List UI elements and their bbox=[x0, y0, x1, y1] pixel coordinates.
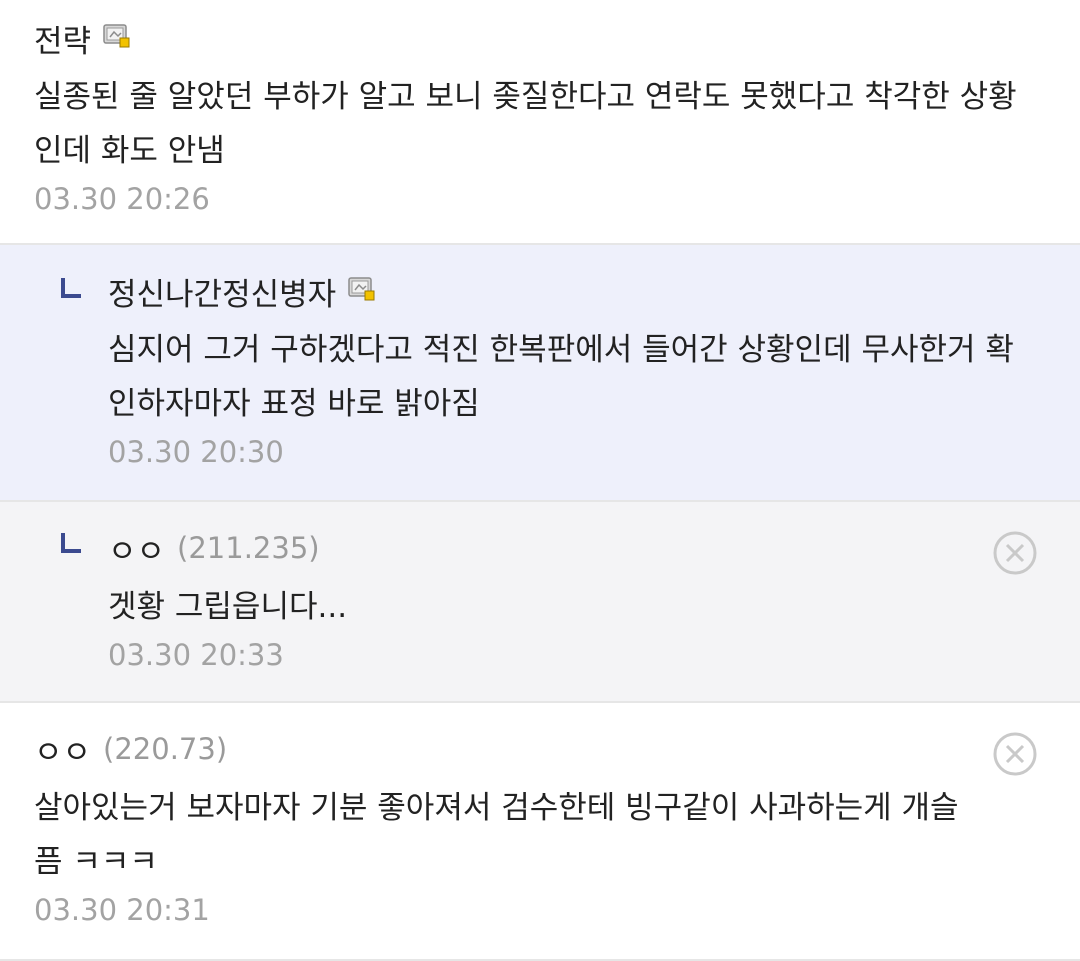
comment-header: ㅇㅇ (220.73) bbox=[34, 727, 1044, 772]
comment-nickname[interactable]: ㅇㅇ bbox=[108, 526, 165, 571]
comment-item: 전략 실종된 줄 알았던 부하가 알고 보니 좆질한다고 연락도 못했다고 착각… bbox=[0, 0, 1080, 245]
comment-date: 03.30 20:31 bbox=[34, 893, 210, 927]
comment-date: 03.30 20:33 bbox=[108, 638, 284, 672]
comment-ip: (211.235) bbox=[177, 531, 320, 565]
comment-text: 살아있는거 보자마자 기분 좋아져서 검수한테 빙구같이 사과하는게 개슬픔 ㅋ… bbox=[34, 790, 959, 880]
delete-circle-x-icon bbox=[993, 732, 1037, 776]
comment-nickname[interactable]: ㅇㅇ bbox=[34, 727, 91, 772]
delete-comment-button[interactable] bbox=[992, 731, 1038, 777]
comment-header: 정신나간정신병자 bbox=[108, 269, 1038, 314]
comment-ip: (220.73) bbox=[103, 732, 228, 766]
gallog-icon[interactable] bbox=[348, 277, 376, 301]
delete-circle-x-icon bbox=[993, 531, 1037, 575]
delete-comment-button[interactable] bbox=[992, 530, 1038, 576]
reply-item: ㅇㅇ (211.235) 겟황 그립읍니다... 03.30 20:33 bbox=[0, 502, 1080, 703]
comment-header: 전략 bbox=[34, 16, 1044, 61]
comment-text: 실종된 줄 알았던 부하가 알고 보니 좆질한다고 연락도 못했다고 착각한 상… bbox=[34, 79, 1017, 169]
gallog-icon[interactable] bbox=[103, 24, 131, 48]
comment-text: 겟황 그립읍니다... bbox=[108, 589, 348, 625]
reply-arrow-icon bbox=[60, 277, 82, 299]
comment-date: 03.30 20:26 bbox=[34, 182, 210, 216]
comment-text: 심지어 그거 구하겠다고 적진 한복판에서 들어간 상황인데 무사한거 확인하자… bbox=[108, 332, 1014, 422]
comment-nickname[interactable]: 전략 bbox=[34, 16, 91, 61]
reply-item: 정신나간정신병자 심지어 그거 구하겠다고 적진 한복판에서 들어간 상황인데 … bbox=[0, 245, 1080, 502]
comment-nickname[interactable]: 정신나간정신병자 bbox=[108, 269, 336, 314]
comment-item: ㅇㅇ (220.73) 살아있는거 보자마자 기분 좋아져서 검수한테 빙구같이… bbox=[0, 703, 1080, 961]
comment-header: ㅇㅇ (211.235) bbox=[108, 526, 968, 571]
comment-date: 03.30 20:30 bbox=[108, 435, 284, 469]
reply-arrow-icon bbox=[60, 532, 82, 554]
